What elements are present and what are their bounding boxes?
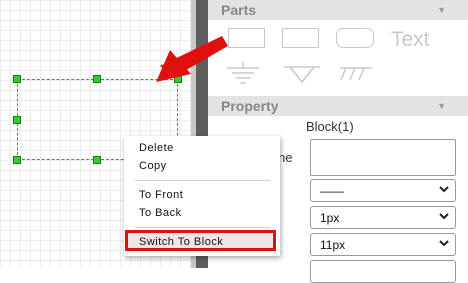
ground-symbol-part[interactable] — [225, 62, 261, 84]
square-rectangle-shape-part[interactable] — [282, 28, 319, 48]
resize-handle-bottom-middle[interactable] — [93, 156, 101, 164]
hatch-symbol-part[interactable] — [338, 62, 374, 84]
chevron-down-icon[interactable]: ▼ — [437, 0, 446, 20]
menu-item-to-back[interactable]: To Back — [139, 207, 182, 219]
property-title: Property — [221, 98, 279, 114]
chevron-down-icon — [439, 240, 449, 247]
line-style-value: —— — [320, 184, 344, 198]
chevron-down-icon — [439, 186, 449, 193]
chevron-down-icon[interactable]: ▼ — [437, 96, 446, 116]
menu-item-delete[interactable]: Delete — [139, 142, 174, 154]
name-text-field[interactable] — [310, 139, 456, 176]
font-size-select[interactable]: 11px — [310, 233, 456, 256]
text-shape-part[interactable]: Text — [391, 28, 430, 52]
line-width-value: 1px — [320, 211, 340, 225]
menu-separator — [135, 227, 270, 228]
resize-handle-top-left[interactable] — [13, 75, 21, 83]
line-width-select[interactable]: 1px — [310, 206, 456, 229]
font-size-value: 11px — [320, 238, 346, 252]
rounded-rectangle-shape-part[interactable] — [336, 28, 374, 48]
block-count-label: Block(1) — [306, 119, 354, 134]
menu-item-to-front[interactable]: To Front — [139, 189, 183, 201]
red-arrow-icon — [156, 36, 228, 82]
name-field-label: ne — [278, 150, 293, 165]
menu-item-switch-to-block[interactable]: Switch To Block — [139, 236, 223, 248]
parts-section-header[interactable]: Parts ▼ — [208, 0, 468, 20]
triangle-symbol-part[interactable] — [282, 62, 322, 84]
rectangle-shape-part[interactable] — [228, 28, 265, 48]
resize-handle-middle-left[interactable] — [13, 116, 21, 124]
additional-select-partial[interactable] — [310, 260, 456, 283]
property-section-header[interactable]: Property ▼ — [208, 96, 468, 116]
menu-separator — [135, 180, 270, 181]
resize-handle-bottom-left[interactable] — [13, 156, 21, 164]
chevron-down-icon — [439, 213, 449, 220]
resize-handle-top-middle[interactable] — [93, 75, 101, 83]
line-style-select[interactable]: —— — [310, 179, 456, 202]
parts-title: Parts — [221, 2, 257, 18]
menu-item-copy[interactable]: Copy — [139, 160, 167, 172]
